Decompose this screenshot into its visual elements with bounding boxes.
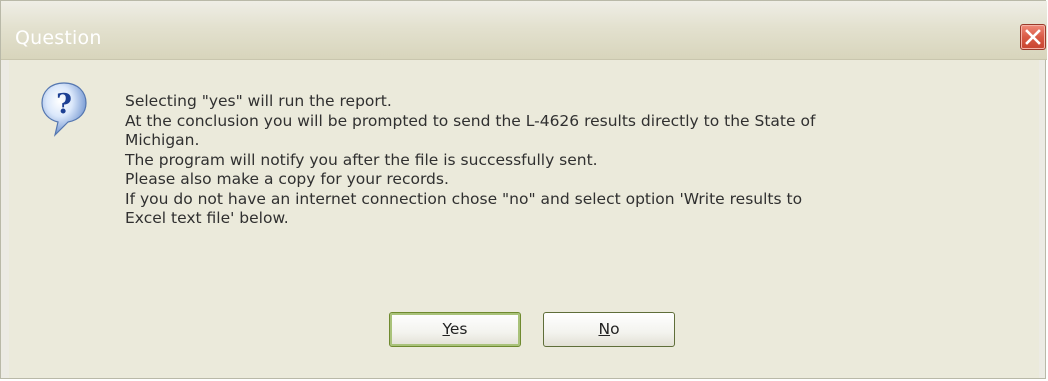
message-line: Selecting "yes" will run the report. [125, 92, 392, 110]
message-line: Excel text file' below. [125, 209, 289, 227]
no-mnemonic: N [598, 320, 611, 338]
yes-label-rest: es [449, 320, 468, 338]
dialog-title: Question [15, 27, 102, 49]
title-bar[interactable]: Question [1, 1, 1047, 60]
close-button[interactable] [1020, 24, 1046, 50]
message-line: The program will notify you after the fi… [125, 150, 598, 169]
no-label-rest: o [610, 320, 620, 338]
dialog-body: ? Selecting "yes" will run the report. A… [9, 60, 1039, 378]
question-dialog: Question ? Selecting "yes" will run the … [0, 0, 1047, 379]
question-icon: ? [41, 82, 87, 137]
yes-mnemonic: Y [442, 320, 450, 338]
message-line: Michigan. [125, 131, 200, 149]
dialog-message: Selecting "yes" will run the report. At … [125, 92, 1030, 229]
message-line: Please also make a copy for your records… [125, 170, 449, 188]
yes-button[interactable]: Yes [389, 312, 521, 347]
svg-text:?: ? [56, 89, 72, 120]
no-button[interactable]: No [543, 312, 675, 347]
message-line: If you do not have an internet connectio… [125, 189, 803, 208]
close-icon [1025, 29, 1041, 45]
message-line: At the conclusion you will be prompted t… [125, 111, 816, 130]
